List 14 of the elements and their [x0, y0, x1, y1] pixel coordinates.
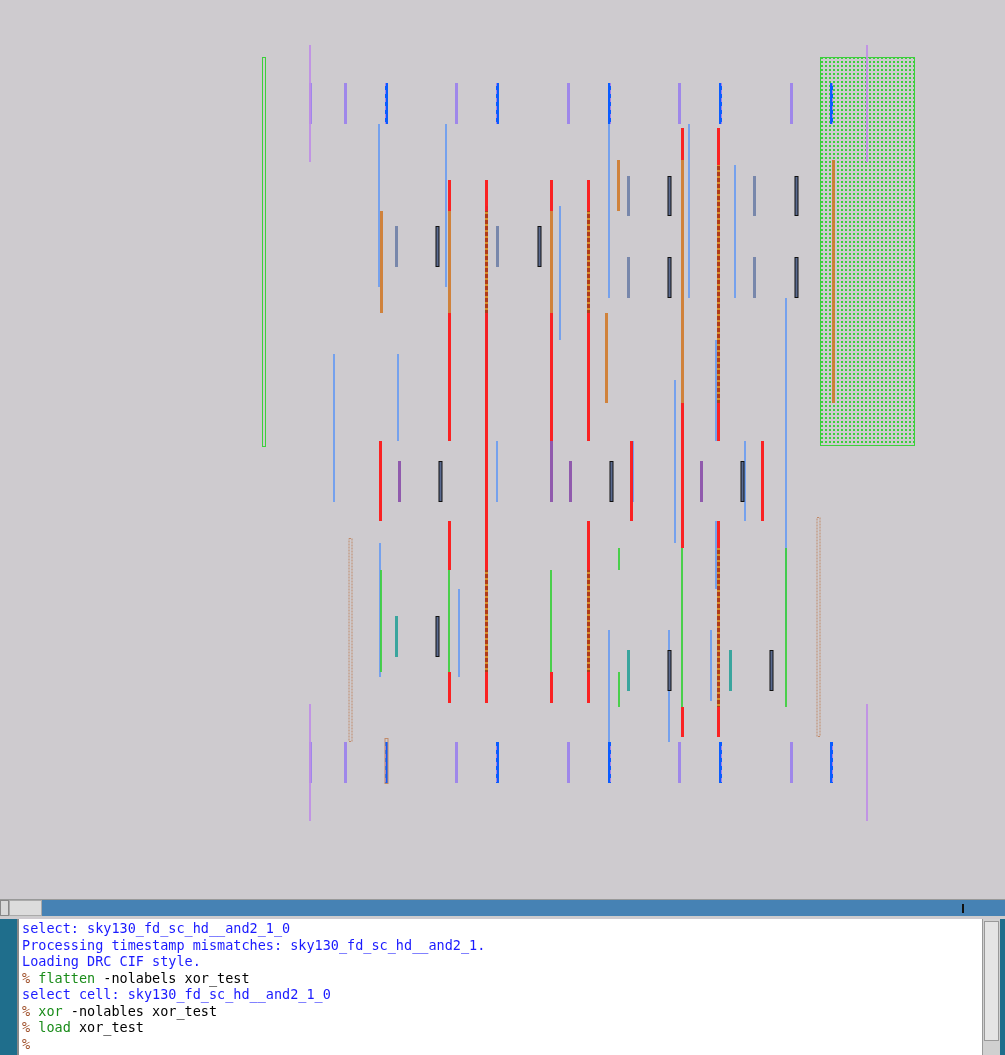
console-output-line: select: sky130_fd_sc_hd__and2_1_0 — [22, 920, 292, 937]
console-prompt: % — [22, 1035, 32, 1052]
console-output-line: select cell: sky130_fd_sc_hd__and2_1_0 — [22, 986, 332, 1003]
console-output-line: Processing timestamp mismatches: sky130_fd_sc_hd__and2_1. — [22, 936, 487, 953]
horizontal-scrollbar[interactable] — [0, 899, 1005, 917]
console-command-line: % load xor_test — [22, 1019, 145, 1036]
scroll-left-button[interactable] — [0, 900, 9, 916]
scrollbar-thumb[interactable] — [984, 921, 999, 1041]
scrollbar-thumb[interactable] — [9, 900, 42, 916]
vertical-scrollbar[interactable] — [982, 919, 1000, 1055]
console-output-line: Loading DRC CIF style. — [22, 953, 202, 970]
scroll-position-marker — [962, 904, 964, 913]
console-command-line: % xor -nolables xor_test — [22, 1002, 218, 1019]
console-command-line: % flatten -nolabels xor_test — [22, 969, 251, 986]
